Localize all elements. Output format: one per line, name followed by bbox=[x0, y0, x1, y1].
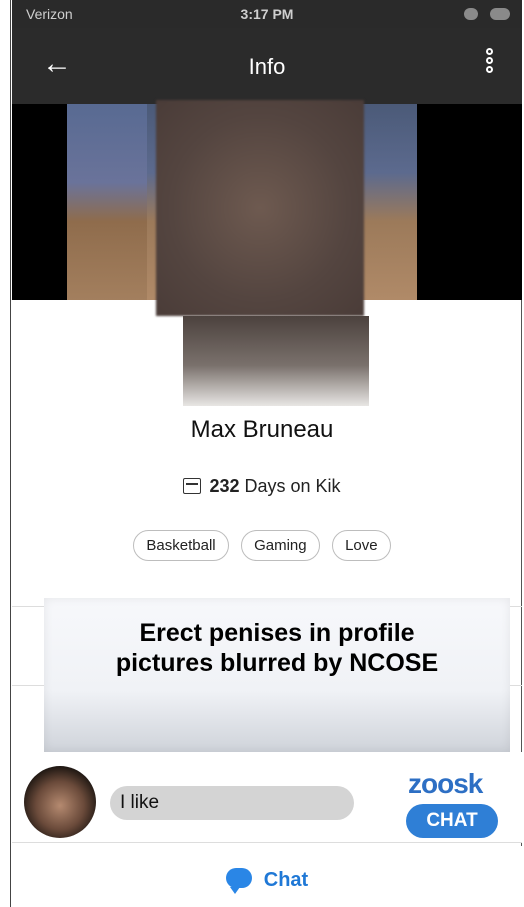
section-divider-left bbox=[12, 606, 44, 686]
frame-edge-left bbox=[10, 0, 11, 907]
days-on-kik: 232 Days on Kik bbox=[0, 476, 524, 497]
chat-bubble-icon bbox=[225, 868, 252, 894]
chat-button[interactable]: Chat bbox=[12, 868, 522, 894]
bottom-action-bar: Chat bbox=[12, 846, 522, 907]
status-time: 3:17 PM bbox=[240, 6, 294, 22]
status-icons bbox=[464, 8, 510, 20]
status-dot-icon bbox=[464, 8, 478, 20]
status-bar: Verizon 3:17 PM bbox=[12, 0, 522, 28]
calendar-icon bbox=[183, 478, 202, 494]
ad-chat-button[interactable]: CHAT bbox=[406, 804, 498, 838]
section-divider-right bbox=[510, 606, 522, 686]
days-label: Days on Kik bbox=[244, 476, 341, 496]
ad-message-bubble: I like bbox=[110, 786, 354, 820]
tag-basketball[interactable]: Basketball bbox=[133, 530, 229, 561]
zoosk-logo: zoosk bbox=[408, 768, 483, 799]
ad-banner[interactable]: I like zoosk CHAT bbox=[12, 752, 522, 843]
page-title: Info bbox=[248, 54, 286, 79]
tag-gaming[interactable]: Gaming bbox=[241, 530, 320, 561]
ad-avatar bbox=[24, 766, 96, 838]
more-options-icon[interactable] bbox=[486, 48, 498, 82]
top-nav-bar: ← Info bbox=[12, 28, 522, 104]
profile-name: Max Bruneau bbox=[190, 416, 334, 443]
blurred-region-bottom bbox=[183, 316, 369, 406]
blurred-region-top bbox=[156, 100, 364, 316]
chat-label: Chat bbox=[263, 869, 309, 891]
caption-line-2: pictures blurred by NCOSE bbox=[115, 649, 439, 677]
caption-line-1: Erect penises in profile bbox=[139, 619, 415, 647]
interest-tags: Basketball Gaming Love bbox=[0, 530, 524, 561]
tag-love[interactable]: Love bbox=[332, 530, 391, 561]
days-count: 232 bbox=[209, 476, 240, 496]
battery-icon bbox=[490, 8, 510, 20]
overlay-caption-banner: Erect penises in profile pictures blurre… bbox=[44, 598, 510, 752]
